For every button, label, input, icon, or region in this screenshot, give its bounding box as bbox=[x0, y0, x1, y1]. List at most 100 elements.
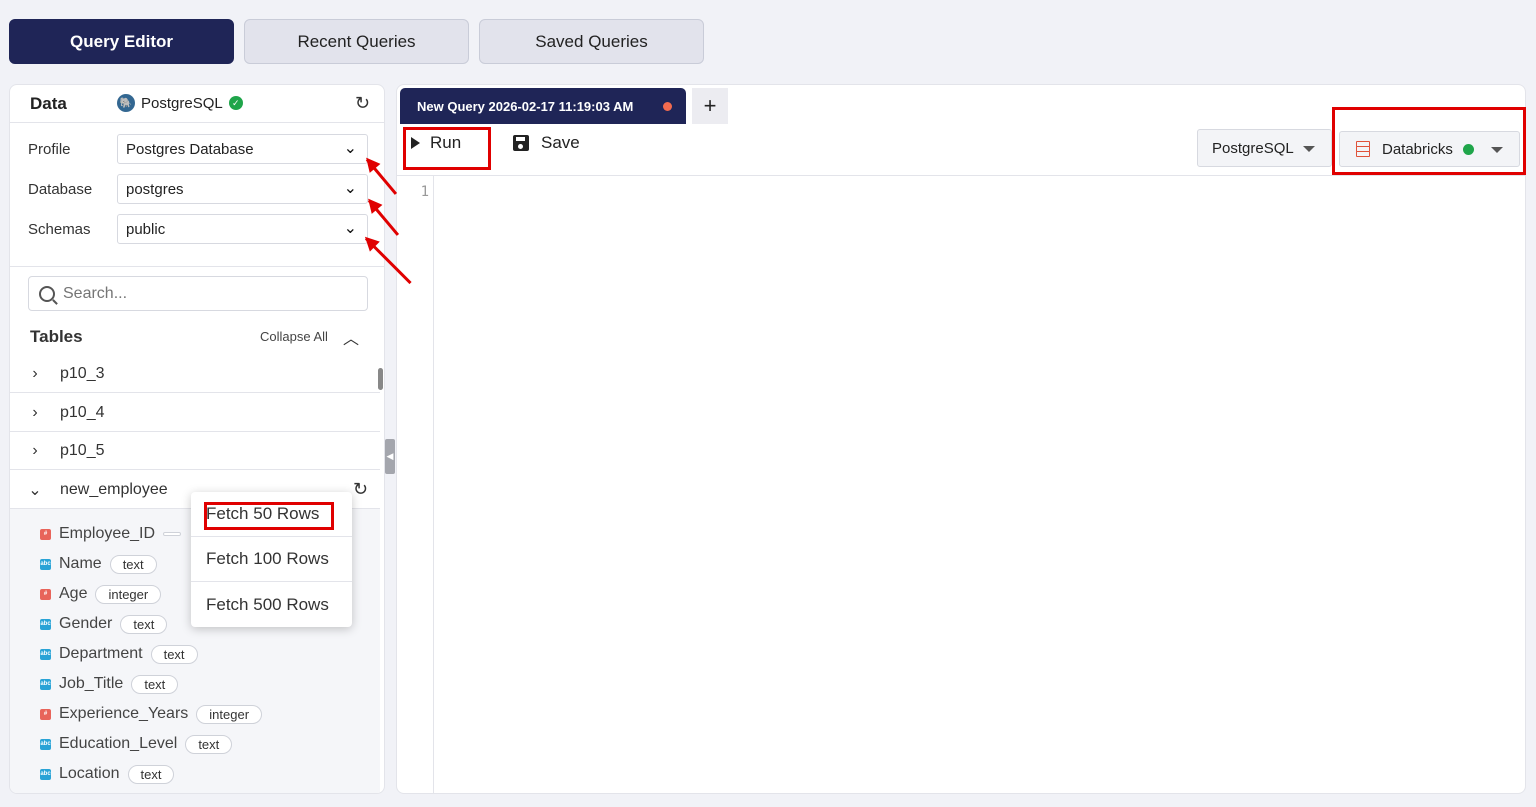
fetch-rows-menu: Fetch 50 Rows Fetch 100 Rows Fetch 500 R… bbox=[191, 492, 352, 627]
column-name: Education_Level bbox=[59, 735, 178, 752]
text-type-icon: abc bbox=[40, 648, 51, 660]
connected-status-dot bbox=[1462, 143, 1474, 155]
table-row[interactable]: › p10_5 bbox=[10, 432, 380, 470]
play-icon bbox=[411, 137, 420, 149]
save-icon bbox=[513, 135, 529, 151]
caret-down-icon bbox=[1491, 147, 1503, 153]
column-item[interactable]: abc Name text bbox=[40, 552, 157, 576]
schemas-row: Schemas public ⌄ bbox=[28, 214, 368, 244]
column-name: Department bbox=[59, 645, 143, 662]
panel-splitter[interactable]: ◀ bbox=[385, 439, 395, 474]
column-type-badge: integer bbox=[196, 704, 263, 724]
editor-panel: New Query 2026-02-17 11:19:03 AM + Run S… bbox=[396, 84, 1526, 794]
text-type-icon: abc bbox=[40, 678, 51, 690]
column-name: Age bbox=[59, 585, 88, 602]
column-item[interactable]: # Age integer bbox=[40, 582, 162, 606]
refresh-icon[interactable]: ↻ bbox=[355, 93, 370, 114]
schemas-select[interactable]: public ⌄ bbox=[117, 214, 368, 244]
collapse-all-button[interactable]: Collapse All bbox=[260, 329, 328, 344]
chevron-right-icon[interactable]: › bbox=[10, 365, 60, 383]
number-type-icon: # bbox=[40, 528, 51, 540]
table-name: p10_4 bbox=[60, 403, 105, 421]
tab-recent-queries[interactable]: Recent Queries bbox=[244, 19, 469, 64]
fetch-50-rows[interactable]: Fetch 50 Rows bbox=[191, 492, 352, 537]
table-row[interactable]: › p10_3 bbox=[10, 355, 380, 393]
add-tab-button[interactable]: + bbox=[692, 88, 728, 124]
run-button[interactable]: Run bbox=[411, 133, 461, 153]
number-type-icon: # bbox=[40, 708, 51, 720]
line-gutter: 1 bbox=[397, 176, 434, 793]
column-name: Job_Title bbox=[59, 675, 124, 692]
table-name: p10_3 bbox=[60, 364, 105, 382]
save-label: Save bbox=[541, 133, 580, 152]
table-search[interactable] bbox=[28, 276, 368, 311]
dialect-select[interactable]: PostgreSQL bbox=[1197, 129, 1332, 167]
chevron-right-icon[interactable]: › bbox=[10, 442, 60, 460]
table-name: p10_5 bbox=[60, 441, 105, 459]
data-panel: Data 🐘 PostgreSQL ✓ ↻ Profile Postgres D… bbox=[9, 84, 385, 794]
database-select[interactable]: postgres ⌄ bbox=[117, 174, 368, 204]
text-type-icon: abc bbox=[40, 738, 51, 750]
column-item[interactable]: abc Department text bbox=[40, 642, 198, 666]
database-value: postgres bbox=[126, 180, 184, 198]
line-number: 1 bbox=[420, 184, 429, 200]
column-type-badge: text bbox=[131, 674, 179, 694]
divider bbox=[10, 266, 384, 267]
database-label: Database bbox=[28, 180, 93, 198]
column-type-badge: text bbox=[150, 644, 198, 664]
dialect-value: PostgreSQL bbox=[1212, 139, 1294, 157]
column-type-badge: text bbox=[185, 734, 233, 754]
connection-status: 🐘 PostgreSQL ✓ bbox=[117, 94, 243, 112]
table-list-scrollbar[interactable] bbox=[378, 368, 383, 390]
sql-editor[interactable] bbox=[435, 176, 1525, 793]
data-panel-title: Data bbox=[30, 94, 67, 113]
run-label: Run bbox=[430, 133, 462, 152]
text-type-icon: abc bbox=[40, 558, 51, 570]
tab-query-editor[interactable]: Query Editor bbox=[9, 19, 234, 64]
chevron-down-icon[interactable]: ⌄ bbox=[10, 480, 60, 500]
column-type-badge: text bbox=[109, 554, 157, 574]
number-type-icon: # bbox=[40, 588, 51, 600]
column-name: Gender bbox=[59, 615, 113, 632]
column-item[interactable]: # Experience_Years integer bbox=[40, 702, 263, 726]
chevron-up-icon[interactable]: ︿ bbox=[343, 325, 359, 349]
column-type-badge: integer bbox=[95, 584, 162, 604]
column-item[interactable]: abc Location text bbox=[40, 762, 175, 786]
query-tab[interactable]: New Query 2026-02-17 11:19:03 AM bbox=[400, 88, 686, 124]
column-type-badge: text bbox=[120, 614, 168, 634]
query-tab-title: New Query 2026-02-17 11:19:03 AM bbox=[417, 98, 634, 114]
chevron-down-icon: ⌄ bbox=[343, 220, 357, 237]
save-button[interactable]: Save bbox=[513, 133, 580, 153]
search-input[interactable] bbox=[63, 284, 343, 303]
connection-select[interactable]: Databricks bbox=[1339, 131, 1520, 167]
column-name: Name bbox=[59, 555, 102, 572]
connection-db-name: PostgreSQL bbox=[141, 94, 223, 112]
postgresql-icon: 🐘 bbox=[117, 94, 135, 112]
column-item[interactable]: abc Job_Title text bbox=[40, 672, 179, 696]
column-item[interactable]: abc Education_Level text bbox=[40, 732, 233, 756]
schemas-label: Schemas bbox=[28, 220, 91, 238]
column-name: Experience_Years bbox=[59, 705, 189, 722]
column-name: Location bbox=[59, 765, 120, 782]
refresh-icon[interactable]: ↻ bbox=[353, 479, 368, 500]
data-panel-header: Data 🐘 PostgreSQL ✓ ↻ bbox=[10, 85, 384, 123]
connected-check-icon: ✓ bbox=[228, 96, 243, 110]
profile-select[interactable]: Postgres Database ⌄ bbox=[117, 134, 368, 164]
tables-title: Tables bbox=[30, 327, 83, 346]
profile-row: Profile Postgres Database ⌄ bbox=[28, 134, 368, 164]
text-type-icon: abc bbox=[40, 768, 51, 780]
text-type-icon: abc bbox=[40, 618, 51, 630]
column-type-badge bbox=[163, 532, 182, 536]
databricks-icon bbox=[1354, 140, 1372, 158]
fetch-100-rows[interactable]: Fetch 100 Rows bbox=[191, 537, 352, 582]
database-row: Database postgres ⌄ bbox=[28, 174, 368, 204]
unsaved-dot bbox=[663, 102, 672, 111]
fetch-500-rows[interactable]: Fetch 500 Rows bbox=[191, 582, 352, 627]
column-item[interactable]: abc Gender text bbox=[40, 612, 168, 636]
table-name: new_employee bbox=[60, 480, 168, 498]
column-item[interactable]: # Employee_ID bbox=[40, 522, 182, 546]
tab-saved-queries[interactable]: Saved Queries bbox=[479, 19, 704, 64]
chevron-right-icon[interactable]: › bbox=[10, 404, 60, 422]
table-row[interactable]: › p10_4 bbox=[10, 394, 380, 432]
schemas-value: public bbox=[126, 220, 166, 238]
